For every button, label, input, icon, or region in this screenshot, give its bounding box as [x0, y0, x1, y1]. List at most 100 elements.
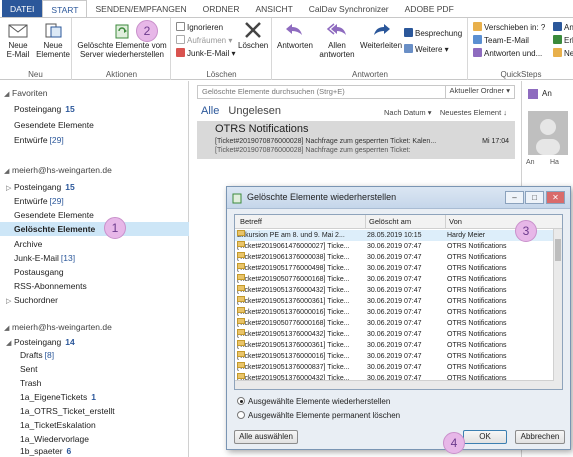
table-row[interactable]: [Ticket#2019051776000498] Ticke... 30.06.… — [235, 263, 554, 274]
favorites-header[interactable]: ◢ Favoriten — [4, 87, 193, 101]
folder-postausgang[interactable]: Postausgang — [14, 266, 203, 278]
reply-button[interactable]: Antworten — [275, 21, 315, 50]
table-row[interactable]: [Ticket#2019050776000168] Ticke... 30.06.… — [235, 274, 554, 285]
folder2-wiedervorlage[interactable]: 1a_Wiedervorlage — [20, 433, 209, 445]
folder-junk[interactable]: Junk-E-Mail [13] — [14, 252, 203, 264]
folder2-posteingang[interactable]: ◢ Posteingang 14 — [6, 336, 195, 350]
search-input[interactable]: Gelöschte Elemente durchsuchen (Strg+E) … — [197, 85, 515, 99]
radio-restore[interactable]: Ausgewählte Elemente wiederherstellen — [237, 397, 390, 407]
radio-dot[interactable] — [237, 411, 245, 419]
account1-header[interactable]: ◢ meierh@hs-weingarten.de — [4, 164, 193, 178]
folder2-eigene-tickets[interactable]: 1a_EigeneTickets 1 — [20, 391, 209, 403]
folder-label: Archive — [14, 239, 43, 249]
search-scope-dropdown[interactable]: Aktueller Ordner ▾ — [444, 85, 514, 99]
folder-geloeschte-selected[interactable]: Gelöschte Elemente — [0, 222, 189, 236]
folder2-trash[interactable]: Trash — [20, 377, 209, 389]
fav-item-gesendete[interactable]: Gesendete Elemente — [14, 119, 203, 131]
tab-ansicht[interactable]: ANSICHT — [247, 0, 300, 18]
folder2-otrs-ticket-erstellt[interactable]: 1a_OTRS_Ticket_erstellt — [20, 405, 209, 417]
quickstep-reply-delete[interactable]: Antworten und... — [473, 48, 542, 59]
radio-dot-checked[interactable] — [237, 397, 245, 405]
sort-order-toggle[interactable]: Neuestes Element ↓ — [440, 108, 507, 117]
tab-datei[interactable]: DATEI — [2, 0, 43, 18]
deleted-items-list[interactable]: Betreff Gelöscht am Von Exkursion PE am … — [234, 214, 563, 390]
table-row[interactable]: [Ticket#2019051376000432] Ticke... 30.06.… — [235, 285, 554, 296]
tab-adobe-pdf[interactable]: ADOBE PDF — [397, 0, 462, 18]
cell-subject-text: [Ticket#2019051376000361] Ticke... — [237, 298, 350, 305]
delete-button[interactable]: Löschen — [238, 21, 268, 50]
tab-caldav[interactable]: CalDav Synchronizer — [301, 0, 397, 18]
column-header-betreff[interactable]: Betreff — [237, 215, 365, 229]
select-all-button[interactable]: Alle auswählen — [234, 430, 298, 444]
folder-label: 1a_EigeneTickets — [20, 392, 88, 402]
fav-item-posteingang[interactable]: Posteingang 15 — [14, 103, 203, 115]
table-row[interactable]: [Ticket#2019051376000016] Ticke... 30.06.… — [235, 307, 554, 318]
table-row[interactable]: [Ticket#2019051376000016] Ticke... 30.06.… — [235, 351, 554, 362]
reply-small-icon[interactable] — [528, 89, 538, 99]
table-row[interactable]: Exkursion PE am 8. und 9. Mai 2... 28.05.… — [235, 230, 554, 241]
table-row[interactable]: [Ticket#2019051376000432] Ticke... 30.06.… — [235, 329, 554, 340]
filter-unread[interactable]: Ungelesen — [228, 105, 281, 117]
minimize-icon[interactable]: – — [505, 191, 524, 204]
forward-button[interactable]: Weiterleiten — [359, 21, 403, 50]
junk-button[interactable]: Junk-E-Mail ▾ — [176, 48, 235, 59]
quickstep-col2-a[interactable]: An — [553, 22, 573, 33]
account2-header[interactable]: ◢ meierh@hs-weingarten.de — [4, 321, 193, 335]
cell-deleted-at: 30.06.2019 07:47 — [367, 353, 422, 360]
cell-subject: [Ticket#2019051376000361] Ticke... — [237, 340, 365, 351]
scrollbar-thumb[interactable] — [555, 239, 561, 261]
new-icon — [553, 48, 562, 57]
new-email-button[interactable]: Neue E-Mail — [4, 21, 32, 59]
folder2-sent[interactable]: Sent — [20, 363, 209, 375]
folder-entwuerfe[interactable]: Entwürfe [29] — [14, 195, 203, 207]
dialog-titlebar[interactable]: Gelöschte Elemente wiederherstellen – □ … — [227, 187, 570, 209]
close-icon[interactable]: ✕ — [546, 191, 565, 204]
tab-ordner[interactable]: ORDNER — [195, 0, 248, 18]
table-row[interactable]: [Ticket#2019061376000038] Ticke... 30.06.… — [235, 252, 554, 263]
expand-arrow-icon[interactable]: ▷ — [6, 296, 14, 308]
cancel-button[interactable]: Abbrechen — [515, 430, 565, 444]
cell-subject-text: [Ticket#2019050776000168] Ticke... — [237, 320, 350, 327]
mail-list-item[interactable]: OTRS Notifications [Ticket#2019070876000… — [197, 121, 515, 159]
fav-item-entwuerfe[interactable]: Entwürfe [29] — [14, 134, 203, 146]
table-row[interactable]: [Ticket#2019051376000837] Ticke... 30.06.… — [235, 362, 554, 373]
table-row[interactable]: [Ticket#2019050776000168] Ticke... 30.06.… — [235, 318, 554, 329]
quickstep-col2-c[interactable]: Ne — [553, 48, 573, 59]
folder-suchordner[interactable]: ▷ Suchordner — [6, 294, 195, 308]
ignore-button[interactable]: Ignorieren — [176, 22, 223, 33]
tab-senden-empfangen[interactable]: SENDEN/EMPFANGEN — [87, 0, 194, 18]
horizontal-scrollbar[interactable] — [235, 380, 554, 389]
collapse-arrow-icon[interactable]: ◢ — [6, 338, 14, 350]
quickstep-col2-b[interactable]: Erl — [553, 35, 573, 46]
cell-subject-text: [Ticket#2019051376000361] Ticke... — [237, 342, 350, 349]
more-button[interactable]: Weitere ▾ — [404, 44, 449, 55]
folder2-spaeter[interactable]: 1b_spaeter 6 — [20, 445, 209, 457]
meeting-button[interactable]: Besprechung — [404, 28, 462, 39]
new-elements-button[interactable]: Neue Elemente — [36, 21, 70, 59]
cell-from: OTRS Notifications — [447, 265, 507, 272]
delete-label: Löschen — [238, 41, 269, 50]
folder-rss[interactable]: RSS-Abonnements — [14, 280, 203, 292]
radio-purge[interactable]: Ausgewählte Elemente permanent löschen — [237, 411, 400, 421]
cleanup-button[interactable]: Aufräumen ▾ — [176, 35, 232, 46]
expand-arrow-icon[interactable]: ▷ — [6, 183, 14, 195]
quickstep-move-to[interactable]: Verschieben in: ? — [473, 22, 545, 33]
sort-by-dropdown[interactable]: Nach Datum ▾ — [384, 108, 432, 117]
unread-count: 6 — [66, 446, 72, 456]
tab-start[interactable]: START — [42, 0, 88, 18]
folder2-ticket-eskalation[interactable]: 1a_TicketEskalation — [20, 419, 209, 431]
vertical-scrollbar[interactable] — [553, 229, 562, 389]
ok-button[interactable]: OK — [463, 430, 507, 444]
filter-all[interactable]: Alle — [201, 105, 219, 117]
folder2-drafts[interactable]: Drafts [8] — [20, 349, 209, 361]
folder-posteingang[interactable]: ▷ Posteingang 15 — [6, 181, 195, 195]
reply-all-button[interactable]: Allen antworten — [317, 21, 357, 59]
folder-archive[interactable]: Archive — [14, 238, 203, 250]
quickstep-team-email[interactable]: Team-E-Mail — [473, 35, 529, 46]
maximize-icon[interactable]: □ — [525, 191, 544, 204]
table-row[interactable]: [Ticket#2019061476000027] Ticke... 30.06.… — [235, 241, 554, 252]
column-header-von[interactable]: Von — [445, 215, 555, 229]
column-header-geloescht[interactable]: Gelöscht am — [365, 215, 445, 229]
table-row[interactable]: [Ticket#2019051376000361] Ticke... 30.06.… — [235, 296, 554, 307]
table-row[interactable]: [Ticket#2019051376000361] Ticke... 30.06.… — [235, 340, 554, 351]
